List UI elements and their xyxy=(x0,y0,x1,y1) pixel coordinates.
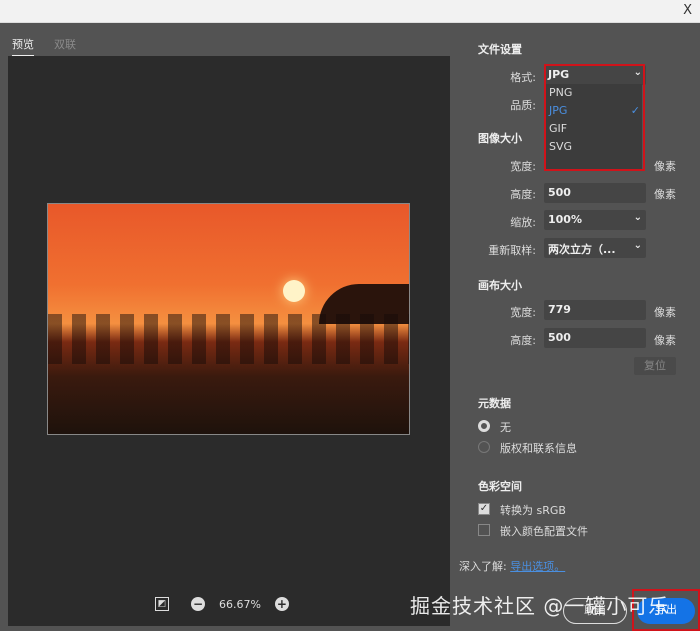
zoom-out-icon[interactable]: − xyxy=(191,597,205,611)
radio-none[interactable] xyxy=(478,420,490,432)
sun xyxy=(283,280,305,302)
preview-area xyxy=(8,56,450,626)
scale-select[interactable]: 100% ⌄ xyxy=(544,210,646,230)
canvas-height-unit: 像素 xyxy=(654,334,676,347)
canvas-height-label: 高度: xyxy=(510,334,536,347)
zoom-bar: ◩ − 66.67% + xyxy=(155,597,289,611)
preview-tabs: 预览 双联 xyxy=(12,36,76,57)
chevron-down-icon: ⌄ xyxy=(633,212,642,223)
resample-select[interactable]: 两次立方（... ⌄ xyxy=(544,238,646,258)
srgb-label: 转换为 sRGB xyxy=(500,504,566,517)
canvas-width-label: 宽度: xyxy=(510,306,536,319)
width-unit: 像素 xyxy=(654,160,676,173)
canvas-height-input[interactable]: 500 xyxy=(544,328,646,348)
fit-screen-icon[interactable]: ◩ xyxy=(155,597,169,611)
height-label: 高度: xyxy=(510,188,536,201)
close-icon[interactable]: X xyxy=(683,3,692,18)
quality-label: 品质: xyxy=(510,99,536,112)
image-size-title: 图像大小 xyxy=(478,132,522,145)
radio-none-label: 无 xyxy=(500,421,511,434)
scale-label: 缩放: xyxy=(510,216,536,229)
preview-image xyxy=(47,203,410,435)
canvas-size-title: 画布大小 xyxy=(478,279,522,292)
learn-more-prefix: 深入了解: xyxy=(459,560,507,573)
resample-value: 两次立方（... xyxy=(548,243,616,256)
watermark: 掘金技术社区 @一罐小可乐 xyxy=(410,594,670,618)
canvas-width-unit: 像素 xyxy=(654,306,676,319)
resample-label: 重新取样: xyxy=(488,244,536,257)
learn-more: 深入了解: 导出选项。 xyxy=(459,558,565,574)
srgb-checkbox[interactable]: ✓ xyxy=(478,503,490,515)
file-settings-title: 文件设置 xyxy=(478,43,522,56)
height-input[interactable]: 500 xyxy=(544,183,646,203)
metadata-title: 元数据 xyxy=(478,397,511,410)
embed-profile-label: 嵌入颜色配置文件 xyxy=(500,525,588,538)
chevron-down-icon: ⌄ xyxy=(633,240,642,251)
zoom-level: 66.67% xyxy=(219,597,261,611)
title-bar: X xyxy=(0,0,700,23)
export-options-link[interactable]: 导出选项。 xyxy=(510,560,565,573)
scale-value: 100% xyxy=(548,213,582,226)
height-unit: 像素 xyxy=(654,188,676,201)
radio-copyright-label: 版权和联系信息 xyxy=(500,442,577,455)
embed-profile-checkbox[interactable] xyxy=(478,524,490,536)
format-label: 格式: xyxy=(510,71,536,84)
zoom-in-icon[interactable]: + xyxy=(274,597,289,611)
radio-copyright[interactable] xyxy=(478,441,490,453)
birds xyxy=(48,314,409,364)
canvas-width-input[interactable]: 779 xyxy=(544,300,646,320)
tab-preview[interactable]: 预览 xyxy=(12,36,34,57)
width-label: 宽度: xyxy=(510,160,536,173)
highlight-box xyxy=(544,64,645,171)
color-space-title: 色彩空间 xyxy=(478,480,522,493)
reset-button[interactable]: 复位 xyxy=(634,357,676,375)
tab-2up[interactable]: 双联 xyxy=(54,36,76,57)
